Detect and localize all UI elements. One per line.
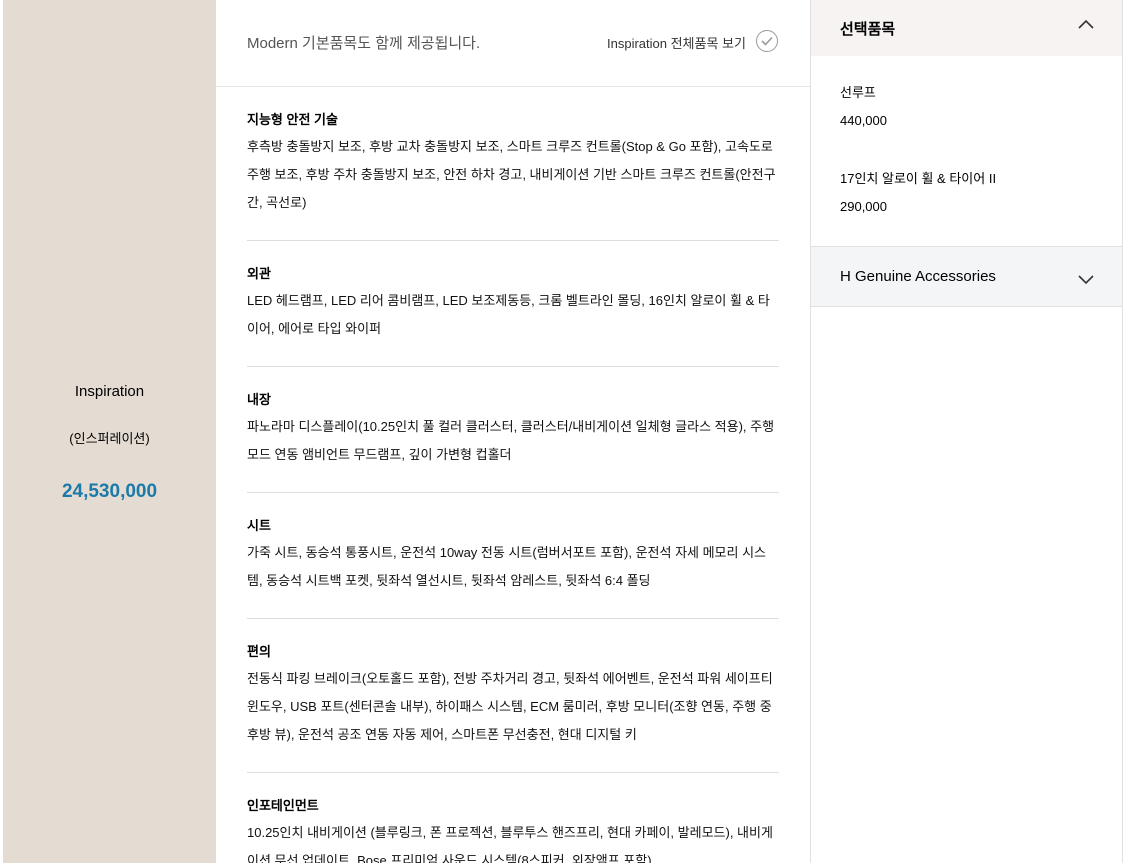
spec-title: 편의 xyxy=(247,644,271,659)
spec-section: 내장 파노라마 디스플레이(10.25인치 풀 컬러 클러스터, 클러스터/내비… xyxy=(247,367,779,493)
spec-title: 시트 xyxy=(247,518,271,533)
option-price: 440,000 xyxy=(840,113,887,128)
spec-section: 시트 가죽 시트, 동승석 통풍시트, 운전석 10way 전동 시트(럼버서포… xyxy=(247,493,779,619)
trim-subtitle: (인스퍼레이션) xyxy=(69,431,150,446)
view-all-items-link[interactable]: Inspiration 전체품목 보기 xyxy=(607,33,746,52)
spec-section: 인포테인먼트 10.25인치 내비게이션 (블루링크, 폰 프로젝션, 블루투스… xyxy=(247,773,779,863)
spec-description: LED 헤드램프, LED 리어 콤비램프, LED 보조제동등, 크롬 벨트라… xyxy=(247,293,770,336)
option-price: 290,000 xyxy=(840,199,887,214)
chevron-down-icon[interactable] xyxy=(1078,275,1094,285)
spec-description: 파노라마 디스플레이(10.25인치 풀 컬러 클러스터, 클러스터/내비게이션… xyxy=(247,419,775,462)
spec-header: Modern 기본품목도 함께 제공됩니다. Inspiration 전체품목 … xyxy=(216,0,810,87)
spec-title: 외관 xyxy=(247,266,271,281)
selected-options-list: 선루프 440,000 17인치 알로이 휠 & 타이어 II 290,000 xyxy=(840,84,1100,256)
spec-section: 지능형 안전 기술 후측방 충돌방지 보조, 후방 교차 충돌방지 보조, 스마… xyxy=(247,87,779,241)
selected-options-header[interactable]: 선택품목 xyxy=(811,0,1122,56)
spec-section: 외관 LED 헤드램프, LED 리어 콤비램프, LED 보조제동등, 크롬 … xyxy=(247,241,779,367)
spec-title: 인포테인먼트 xyxy=(247,798,319,813)
accessories-title: H Genuine Accessories xyxy=(840,268,996,285)
trim-price: 24,530,000 xyxy=(61,481,158,502)
option-panel: 선택품목 선루프 440,000 17인치 알로이 휠 & 타이어 II 290… xyxy=(810,0,1123,863)
option-name: 17인치 알로이 휠 & 타이어 II xyxy=(840,171,997,186)
spec-title: 내장 xyxy=(247,392,271,407)
trim-name: Inspiration xyxy=(74,383,145,400)
spec-title: 지능형 안전 기술 xyxy=(247,112,338,127)
accessories-header[interactable]: H Genuine Accessories xyxy=(811,246,1122,307)
list-item: 17인치 알로이 휠 & 타이어 II 290,000 xyxy=(840,170,1100,256)
spec-panel: Modern 기본품목도 함께 제공됩니다. Inspiration 전체품목 … xyxy=(216,0,810,863)
base-items-note: Modern 기본품목도 함께 제공됩니다. xyxy=(247,35,481,52)
check-circle-icon[interactable] xyxy=(756,30,778,52)
selected-options-title: 선택품목 xyxy=(840,21,896,38)
spec-list: 지능형 안전 기술 후측방 충돌방지 보조, 후방 교차 충돌방지 보조, 스마… xyxy=(247,87,779,863)
spec-section: 편의 전동식 파킹 브레이크(오토홀드 포함), 전방 주차거리 경고, 뒷좌석… xyxy=(247,619,779,773)
spec-description: 전동식 파킹 브레이크(오토홀드 포함), 전방 주차거리 경고, 뒷좌석 에어… xyxy=(247,671,773,742)
trim-panel: Inspiration (인스퍼레이션) 24,530,000 xyxy=(3,0,216,863)
chevron-up-icon[interactable] xyxy=(1078,19,1094,29)
spec-description: 가죽 시트, 동승석 통풍시트, 운전석 10way 전동 시트(럼버서포트 포… xyxy=(247,545,767,588)
spec-description: 후측방 충돌방지 보조, 후방 교차 충돌방지 보조, 스마트 크루즈 컨트롤(… xyxy=(247,139,776,210)
option-name: 선루프 xyxy=(840,85,876,100)
list-item: 선루프 440,000 xyxy=(840,84,1100,170)
spec-description: 10.25인치 내비게이션 (블루링크, 폰 프로젝션, 블루투스 핸즈프리, … xyxy=(247,825,773,863)
